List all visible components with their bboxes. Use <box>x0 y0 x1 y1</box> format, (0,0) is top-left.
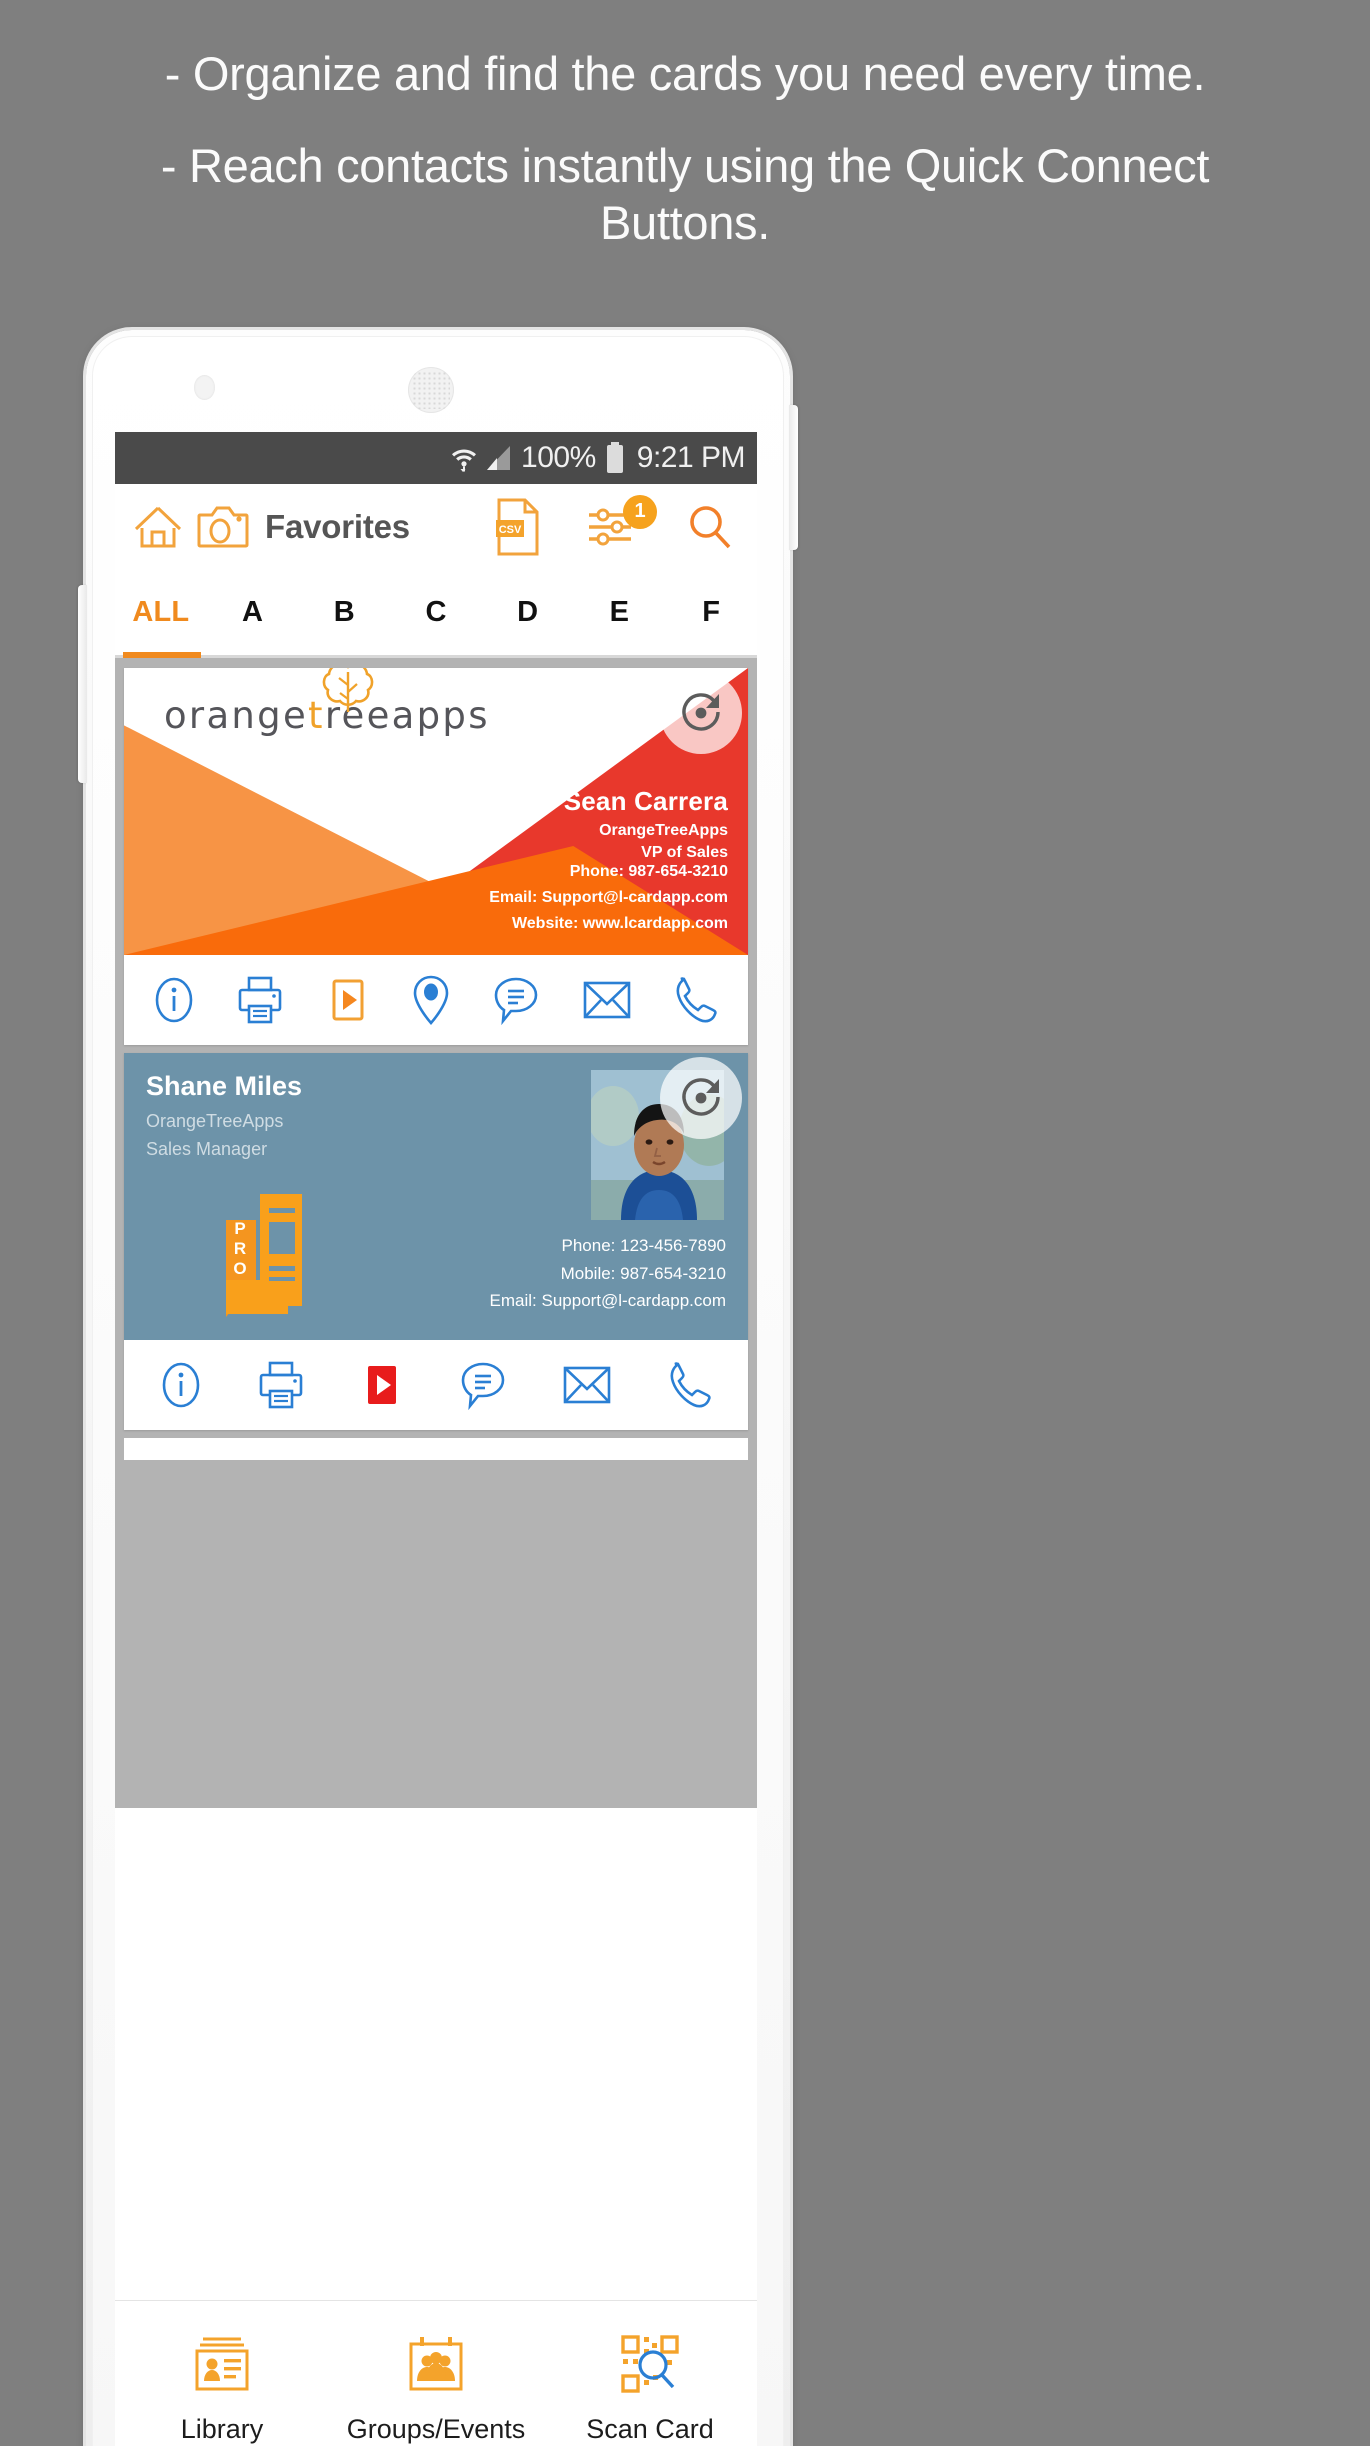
info-icon[interactable] <box>153 975 195 1025</box>
contact-company: OrangeTreeApps <box>146 1111 284 1131</box>
tab-e[interactable]: E <box>574 596 666 629</box>
info-icon[interactable] <box>160 1360 202 1410</box>
contact-name: Shane Miles <box>146 1071 303 1101</box>
wifi-icon <box>451 443 477 473</box>
front-camera-icon <box>194 375 215 400</box>
signal-icon <box>486 445 512 472</box>
quick-connect-buttons <box>124 955 748 1045</box>
tab-c[interactable]: C <box>390 596 482 629</box>
contact-phone: Phone: 123-456-7890 <box>561 1236 726 1256</box>
business-card-item-partial[interactable] <box>124 1438 748 1460</box>
contact-role: Sales Manager <box>146 1138 268 1159</box>
nav-label-library: Library <box>180 2413 264 2444</box>
message-icon[interactable] <box>459 1360 507 1410</box>
nav-item-scan-card[interactable]: Scan Card <box>543 2301 757 2446</box>
pro-badge-logo: P R O <box>224 1192 328 1322</box>
home-icon[interactable] <box>133 504 183 550</box>
refresh-flip-icon[interactable] <box>660 1057 742 1139</box>
bottom-navigation-bar: Library Groups/Events Scan Card <box>115 2300 757 2446</box>
video-icon[interactable] <box>360 1360 404 1410</box>
filter-sliders-icon[interactable]: 1 <box>587 494 657 549</box>
nav-label-scan-card: Scan Card <box>586 2413 714 2444</box>
tab-a[interactable]: A <box>207 596 299 629</box>
promo-headlines: - Organize and find the cards you need e… <box>0 46 1370 251</box>
tab-b[interactable]: B <box>298 596 390 629</box>
promo-headline-1: - Organize and find the cards you need e… <box>164 47 1206 100</box>
business-card-item[interactable]: orangetreeapps Sean Carrera OrangeTreeAp… <box>124 668 748 1045</box>
company-logo: orangetreeapps <box>164 668 490 737</box>
library-cards-icon <box>191 2333 253 2400</box>
contact-email: Email: Support@l-cardapp.com <box>489 1290 726 1310</box>
camera-icon[interactable] <box>197 504 249 550</box>
contact-details: Phone: 123-456-7890 Mobile: 987-654-3210… <box>490 1232 726 1314</box>
message-icon[interactable] <box>492 975 540 1025</box>
nav-item-groups-events[interactable]: Groups/Events <box>329 2301 543 2446</box>
video-icon[interactable] <box>326 975 370 1025</box>
contact-phone: Phone: 987-654-3210 <box>569 863 728 881</box>
phone-screen: 100% 9:21 PM Favorites CSV 1 ALL A B C D… <box>115 432 757 2446</box>
contact-details: Phone: 987-654-3210 Email: Support@l-car… <box>489 859 728 937</box>
phone-icon[interactable] <box>673 975 719 1025</box>
csv-file-icon[interactable]: CSV <box>495 498 543 556</box>
contact-mobile: Mobile: 987-654-3210 <box>560 1263 726 1283</box>
tree-icon <box>322 668 374 712</box>
battery-percent: 100% <box>521 441 596 474</box>
groups-events-calendar-icon <box>405 2333 467 2400</box>
contact-company-role: OrangeTreeApps Sales Manager <box>146 1108 283 1164</box>
logo-text-part1: orange <box>164 694 309 737</box>
phone-icon[interactable] <box>667 1360 713 1410</box>
svg-text:O: O <box>233 1259 246 1278</box>
email-icon[interactable] <box>562 1363 612 1407</box>
card-front-face[interactable]: orangetreeapps Sean Carrera OrangeTreeAp… <box>124 668 748 955</box>
search-icon[interactable] <box>687 504 733 550</box>
volume-button[interactable] <box>78 585 87 783</box>
svg-text:CSV: CSV <box>499 524 522 536</box>
email-icon[interactable] <box>582 978 632 1022</box>
contact-website: Website: www.lcardapp.com <box>511 915 728 933</box>
contact-company-role: OrangeTreeApps VP of Sales <box>599 820 728 863</box>
clock-time: 9:21 PM <box>636 441 746 474</box>
promo-headline-2: - Reach contacts instantly using the Qui… <box>160 139 1210 249</box>
page-title: Favorites <box>265 507 410 545</box>
phone-frame: 100% 9:21 PM Favorites CSV 1 ALL A B C D… <box>78 330 798 2446</box>
business-card-item[interactable]: Shane Miles OrangeTreeApps Sales Manager <box>124 1053 748 1430</box>
svg-text:P: P <box>234 1219 245 1238</box>
promo-screenshot-page: - Organize and find the cards you need e… <box>0 0 1370 2446</box>
app-bar: Favorites CSV 1 <box>115 484 757 569</box>
scan-qr-card-icon <box>619 2333 681 2400</box>
contact-email: Email: Support@l-cardapp.com <box>489 889 728 907</box>
earpiece-speaker <box>408 367 454 413</box>
location-pin-icon[interactable] <box>411 974 451 1026</box>
card-front-face[interactable]: Shane Miles OrangeTreeApps Sales Manager <box>124 1053 748 1340</box>
contact-name: Sean Carrera <box>563 786 728 816</box>
cards-scroll-area[interactable]: orangetreeapps Sean Carrera OrangeTreeAp… <box>115 658 757 1808</box>
filter-badge: 1 <box>623 494 657 529</box>
print-icon[interactable] <box>236 975 284 1025</box>
status-bar: 100% 9:21 PM <box>115 432 757 484</box>
battery-icon <box>605 442 625 474</box>
nav-item-library[interactable]: Library <box>115 2301 329 2446</box>
tab-d[interactable]: D <box>482 596 574 629</box>
svg-text:R: R <box>234 1239 246 1258</box>
print-icon[interactable] <box>257 1360 305 1410</box>
quick-connect-buttons <box>124 1340 748 1430</box>
alphabet-tab-bar: ALL A B C D E F <box>115 569 757 658</box>
nav-label-groups-events: Groups/Events <box>346 2413 526 2444</box>
tab-f[interactable]: F <box>665 596 757 629</box>
refresh-flip-icon[interactable] <box>660 672 742 754</box>
contact-company: OrangeTreeApps <box>599 822 728 839</box>
power-button[interactable] <box>789 405 798 550</box>
tab-all[interactable]: ALL <box>115 596 207 629</box>
